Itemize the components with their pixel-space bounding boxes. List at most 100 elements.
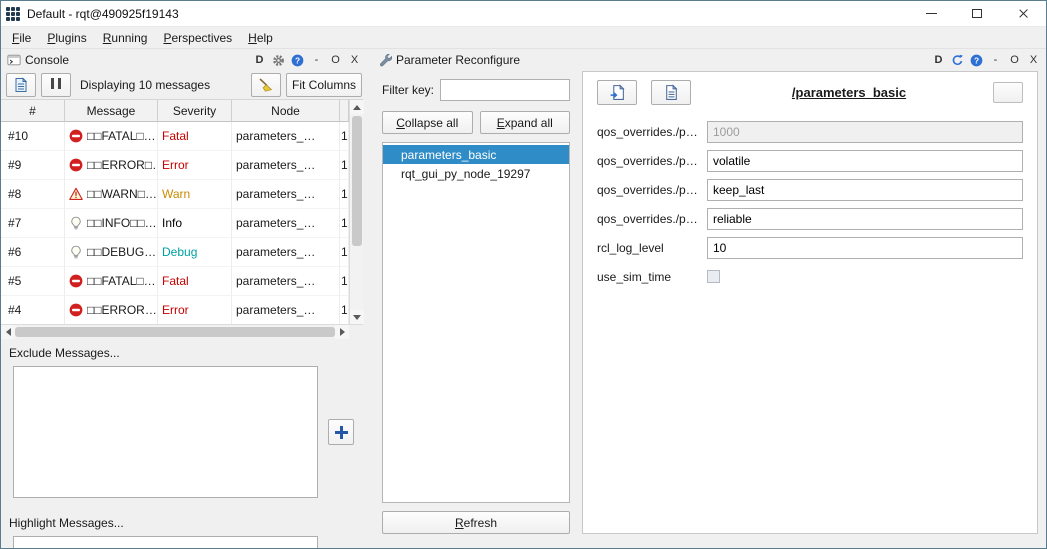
param-input[interactable]: [707, 179, 1023, 201]
console-settings-button[interactable]: [272, 52, 285, 68]
console-row-6[interactable]: #6□□DEBUG…Debugparameters_…1:: [1, 238, 349, 267]
menu-plugins[interactable]: Plugins: [39, 28, 94, 48]
arrow-left-icon: [6, 328, 11, 336]
reconfigure-dock-buttons: D ? - O X: [932, 52, 1040, 68]
console-hscrollbar[interactable]: [1, 324, 363, 338]
column-header-num[interactable]: #: [1, 100, 65, 122]
cell-time: 1:: [340, 151, 349, 180]
message-count-label: Displaying 10 messages: [80, 78, 210, 92]
main-area: Console D ? - O X Displaying 10 me: [1, 49, 1046, 548]
column-header-time[interactable]: [340, 100, 349, 122]
cell-number: #8: [1, 180, 65, 209]
param-checkbox[interactable]: [707, 270, 720, 283]
pause-icon: [49, 78, 63, 92]
cell-message: □□ERROR…: [65, 296, 158, 324]
hscrollbar-thumb[interactable]: [15, 327, 335, 337]
cell-time: 1:: [340, 238, 349, 267]
console-clear-button[interactable]: [251, 73, 281, 97]
param-input[interactable]: [707, 208, 1023, 230]
window-close-button[interactable]: [1000, 1, 1046, 26]
cell-severity: Debug: [158, 238, 232, 267]
svg-text:?: ?: [974, 55, 979, 65]
column-header-message[interactable]: Message: [65, 100, 158, 122]
tree-item-rqt_gui_py_node_19297[interactable]: rqt_gui_py_node_19297: [383, 164, 569, 183]
console-row-10[interactable]: #10□□FATAL□…Fatalparameters_…1:: [1, 122, 349, 151]
console-close-button[interactable]: X: [348, 52, 361, 68]
scroll-right-button[interactable]: [335, 325, 349, 339]
save-params-button[interactable]: [651, 80, 691, 105]
console-save-button[interactable]: [6, 73, 36, 97]
console-row-5[interactable]: #5□□FATAL□…Fatalparameters_…1:: [1, 267, 349, 296]
refresh-button[interactable]: Refresh: [382, 511, 570, 534]
document-icon: [13, 77, 29, 93]
maximize-icon: [972, 9, 982, 18]
console-help-button[interactable]: ?: [291, 52, 304, 68]
window-minimize-button[interactable]: [908, 1, 954, 26]
highlight-messages-list[interactable]: [13, 536, 318, 548]
column-header-node[interactable]: Node: [232, 100, 340, 122]
menu-perspectives[interactable]: Perspectives: [155, 28, 240, 48]
param-label: qos_overrides./p…: [597, 183, 707, 197]
close-node-panel-button[interactable]: [993, 82, 1023, 103]
column-header-severity[interactable]: Severity: [158, 100, 232, 122]
reconfigure-dock-titlebar: Parameter Reconfigure D ? - O X: [372, 49, 1046, 71]
cell-message: □□DEBUG…: [65, 238, 158, 267]
param-row: qos_overrides./p…: [597, 204, 1023, 233]
param-label: qos_overrides./p…: [597, 125, 707, 139]
tree-item-parameters_basic[interactable]: parameters_basic: [383, 145, 569, 164]
cell-message: □□FATAL□…: [65, 122, 158, 151]
load-params-button[interactable]: [597, 80, 637, 105]
expand-all-button[interactable]: Expand all: [480, 111, 571, 134]
console-row-8[interactable]: #8□□WARN□…Warnparameters_…1:: [1, 180, 349, 209]
parameter-editor-panel: /parameters_basic qos_overrides./p… qos_o…: [582, 71, 1038, 534]
cell-time: 1:: [340, 209, 349, 238]
message-text: □□ERROR…: [87, 303, 157, 317]
console-row-7[interactable]: #7□□INFO□□…Infoparameters_…1:: [1, 209, 349, 238]
console-float-button[interactable]: O: [329, 52, 342, 68]
reconfigure-dock-d-button[interactable]: D: [932, 52, 945, 68]
console-dock-d-button[interactable]: D: [253, 52, 266, 68]
scroll-left-button[interactable]: [1, 325, 15, 339]
reconfigure-float-button[interactable]: O: [1008, 52, 1021, 68]
window-maximize-button[interactable]: [954, 1, 1000, 26]
collapse-all-button[interactable]: Collapse all: [382, 111, 473, 134]
editor-header: /parameters_basic: [597, 80, 1023, 105]
vscrollbar-thumb[interactable]: [352, 116, 362, 246]
menu-running[interactable]: Running: [95, 28, 156, 48]
menu-help[interactable]: Help: [240, 28, 281, 48]
fit-columns-button[interactable]: Fit Columns: [286, 73, 362, 97]
cell-message: □□INFO□□…: [65, 209, 158, 238]
console-icon: [7, 53, 21, 67]
help-icon: ?: [970, 54, 983, 67]
cell-node: parameters_…: [232, 238, 340, 267]
cell-time: 1:: [340, 267, 349, 296]
filter-key-input[interactable]: [440, 79, 570, 101]
minimize-icon: [926, 13, 937, 14]
reconfigure-help-button[interactable]: ?: [970, 52, 983, 68]
scroll-up-button[interactable]: [350, 100, 364, 114]
reconfigure-close-button[interactable]: X: [1027, 52, 1040, 68]
console-vscrollbar[interactable]: [349, 100, 363, 324]
console-row-9[interactable]: #9□□ERROR□…Errorparameters_…1:: [1, 151, 349, 180]
svg-text:?: ?: [295, 55, 300, 65]
add-exclude-filter-button[interactable]: [328, 419, 354, 445]
reconfigure-reload-button[interactable]: [951, 52, 964, 68]
tree-buttons-row: Collapse all Expand all: [382, 111, 570, 134]
console-row-4[interactable]: #4□□ERROR…Errorparameters_…1:: [1, 296, 349, 324]
param-row: use_sim_time: [597, 262, 1023, 291]
console-table-main: #MessageSeverityNode #10□□FATAL□…Fatalpa…: [1, 100, 349, 324]
scroll-down-button[interactable]: [350, 310, 364, 324]
message-text: □□INFO□□…: [87, 216, 157, 230]
param-input[interactable]: [707, 121, 1023, 143]
param-row: qos_overrides./p…: [597, 146, 1023, 175]
menu-file[interactable]: File: [4, 28, 39, 48]
console-dock: Console D ? - O X Displaying 10 me: [1, 49, 367, 548]
console-pause-button[interactable]: [41, 73, 71, 97]
window-title: Default - rqt@490925f19143: [27, 7, 179, 21]
console-minimize-button[interactable]: -: [310, 52, 323, 68]
exclude-messages-list[interactable]: [13, 366, 318, 498]
cell-time: 1:: [340, 122, 349, 151]
param-input[interactable]: [707, 237, 1023, 259]
reconfigure-minimize-button[interactable]: -: [989, 52, 1002, 68]
param-input[interactable]: [707, 150, 1023, 172]
